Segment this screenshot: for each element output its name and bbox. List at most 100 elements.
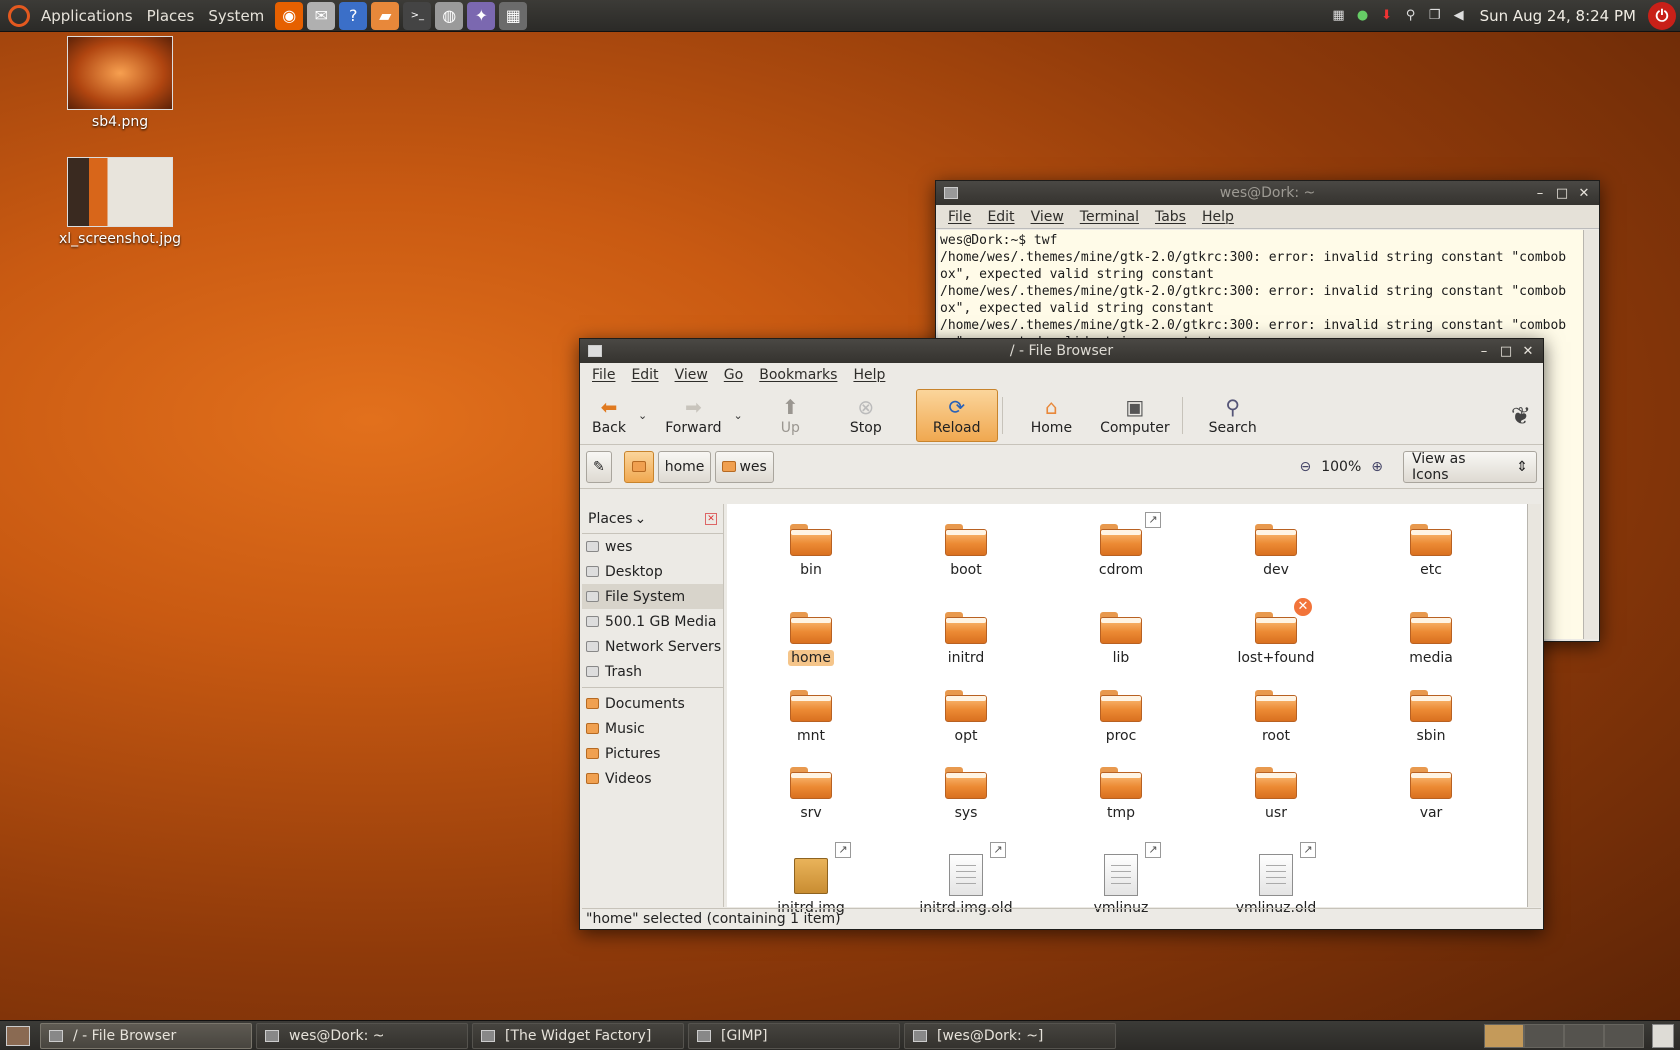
file-item[interactable]: ↗ cdrom (1061, 512, 1181, 578)
file-browser-titlebar[interactable]: / - File Browser – □ ✕ (580, 339, 1543, 363)
file-item[interactable]: etc (1371, 524, 1491, 578)
stop-button[interactable]: ⊗ Stop (842, 389, 890, 442)
maximize-button[interactable]: □ (1555, 186, 1569, 201)
applications-menu[interactable]: Applications (34, 0, 140, 32)
close-button[interactable]: ✕ (1577, 186, 1591, 201)
pidgin-icon[interactable]: ✦ (467, 1, 496, 30)
file-item[interactable]: usr (1216, 767, 1336, 821)
zoom-level[interactable]: 100% (1321, 459, 1361, 475)
places-menu[interactable]: Places (140, 0, 202, 32)
menu-edit[interactable]: Edit (623, 367, 666, 383)
clock[interactable]: Sun Aug 24, 8:24 PM (1480, 7, 1636, 25)
taskbar-button[interactable]: [GIMP] (688, 1022, 900, 1049)
file-item[interactable]: lib (1061, 612, 1181, 666)
menu-terminal[interactable]: Terminal (1072, 209, 1147, 225)
zoom-out-icon[interactable]: ⊖ (1300, 459, 1312, 475)
sidebar-item-file-system[interactable]: File System (582, 584, 723, 609)
file-item[interactable]: tmp (1061, 767, 1181, 821)
minimize-button[interactable]: – (1533, 186, 1547, 201)
back-button[interactable]: ⬅ Back (584, 389, 634, 442)
power-icon[interactable]: ⏻ (1648, 1, 1676, 30)
volume-icon[interactable]: ◀ (1450, 7, 1468, 25)
menu-go[interactable]: Go (716, 367, 751, 383)
file-item[interactable]: ↗ initrd.img.old (906, 842, 1026, 916)
file-item[interactable]: boot (906, 524, 1026, 578)
status-online-icon[interactable]: ● (1354, 7, 1372, 25)
file-item[interactable]: initrd (906, 612, 1026, 666)
update-notifier-icon[interactable]: ⬇ (1378, 7, 1396, 25)
sidebar-item-trash[interactable]: Trash (582, 659, 723, 684)
menu-help[interactable]: Help (1194, 209, 1242, 225)
file-item[interactable]: home (751, 612, 871, 666)
icon-view[interactable]: bin boot ↗ cdrom dev etc home initrd lib ✕ lost+fo… (727, 504, 1527, 916)
workspace-switcher[interactable] (1484, 1023, 1644, 1048)
file-item[interactable]: opt (906, 690, 1026, 744)
zoom-in-icon[interactable]: ⊕ (1371, 459, 1383, 475)
file-item[interactable]: ↗ initrd.img (751, 842, 871, 916)
menu-help[interactable]: Help (845, 367, 893, 383)
taskbar-button[interactable]: [wes@Dork: ~] (904, 1022, 1116, 1049)
desktop-icon-xl-screenshot[interactable]: xl_screenshot.jpg (52, 157, 188, 247)
close-button[interactable]: ✕ (1521, 344, 1535, 359)
sidebar-item-documents[interactable]: Documents (582, 691, 723, 716)
back-history-dropdown[interactable]: ⌄ (634, 389, 651, 442)
window-list-icon[interactable]: ❐ (1426, 7, 1444, 25)
menu-file[interactable]: File (584, 367, 623, 383)
trash-icon[interactable] (1652, 1023, 1674, 1048)
close-icon[interactable]: ✕ (705, 512, 717, 525)
home-button[interactable]: ⌂ Home (1023, 389, 1080, 442)
workspace-2[interactable] (1524, 1023, 1564, 1048)
menu-file[interactable]: File (940, 209, 979, 225)
sidebar-item-network-servers[interactable]: Network Servers (582, 634, 723, 659)
up-button[interactable]: ⬆ Up (773, 389, 808, 442)
workspace-4[interactable] (1604, 1023, 1644, 1048)
search-icon[interactable]: ⚲ (1402, 7, 1420, 25)
sidebar-item-wes[interactable]: wes (582, 534, 723, 559)
path-root-button[interactable] (623, 450, 654, 483)
workspace-3[interactable] (1564, 1023, 1604, 1048)
ubuntu-logo-icon[interactable] (8, 4, 30, 27)
sidebar-header[interactable]: Places ⌄ ✕ (582, 504, 723, 534)
sidebar-item-videos[interactable]: Videos (582, 766, 723, 791)
menu-view[interactable]: View (1023, 209, 1072, 225)
terminal-titlebar[interactable]: wes@Dork: ~ – □ ✕ (936, 181, 1599, 205)
forward-history-dropdown[interactable]: ⌄ (730, 389, 747, 442)
file-item[interactable]: var (1371, 767, 1491, 821)
terminal-icon[interactable]: >_ (403, 1, 432, 30)
path-button-wes[interactable]: wes (715, 450, 774, 483)
show-desktop-icon[interactable] (6, 1025, 30, 1046)
file-item[interactable]: bin (751, 524, 871, 578)
search-button[interactable]: ⚲ Search (1201, 389, 1265, 442)
file-item[interactable]: dev (1216, 524, 1336, 578)
menu-view[interactable]: View (667, 367, 716, 383)
file-item[interactable]: sbin (1371, 690, 1491, 744)
network-icon[interactable]: ▦ (1330, 7, 1348, 25)
terminal-scrollbar[interactable] (1583, 230, 1598, 639)
path-button-home[interactable]: home (657, 450, 712, 483)
sidebar-item-music[interactable]: Music (582, 716, 723, 741)
taskbar-button[interactable]: / - File Browser (40, 1022, 252, 1049)
file-item[interactable]: root (1216, 690, 1336, 744)
taskbar-button[interactable]: wes@Dork: ~ (256, 1022, 468, 1049)
computer-button[interactable]: ▣ Computer (1092, 389, 1178, 442)
forward-button[interactable]: ➡ Forward (657, 389, 729, 442)
disk-icon[interactable]: ◍ (435, 1, 464, 30)
taskbar-button[interactable]: [The Widget Factory] (472, 1022, 684, 1049)
sidebar-item-pictures[interactable]: Pictures (582, 741, 723, 766)
file-item[interactable]: sys (906, 767, 1026, 821)
firefox-icon[interactable]: ◉ (275, 1, 304, 30)
sidebar-item-desktop[interactable]: Desktop (582, 559, 723, 584)
workspace-1[interactable] (1484, 1023, 1524, 1048)
reload-button[interactable]: ⟳ Reload (915, 389, 998, 442)
file-item[interactable]: ↗ vmlinuz.old (1216, 842, 1336, 916)
file-item[interactable]: mnt (751, 690, 871, 744)
file-item[interactable]: media (1371, 612, 1491, 666)
system-menu[interactable]: System (201, 0, 271, 32)
mail-icon[interactable]: ✉ (307, 1, 336, 30)
file-item[interactable]: proc (1061, 690, 1181, 744)
file-manager-icon[interactable]: ▰ (371, 1, 400, 30)
menu-bookmarks[interactable]: Bookmarks (751, 367, 845, 383)
desktop-icon-sb4[interactable]: sb4.png (56, 36, 184, 130)
sidebar-item-500-1-gb-media[interactable]: 500.1 GB Media (582, 609, 723, 634)
menu-tabs[interactable]: Tabs (1147, 209, 1194, 225)
